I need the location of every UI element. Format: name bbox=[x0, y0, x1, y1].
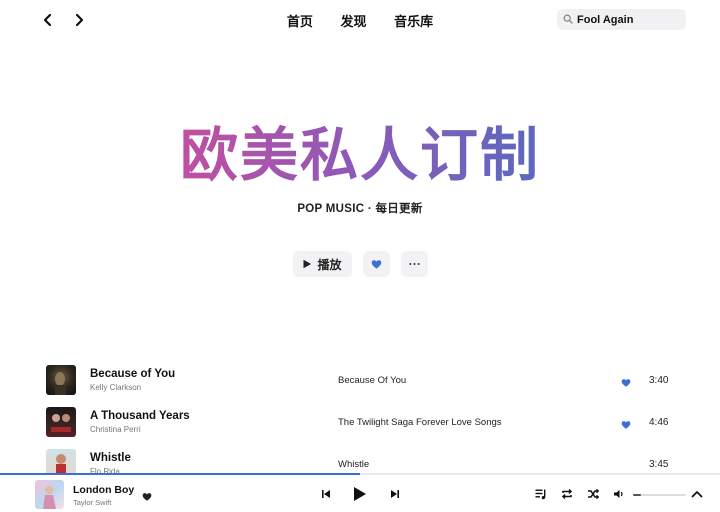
track-duration: 3:45 bbox=[649, 459, 669, 470]
playlist-icon[interactable] bbox=[535, 488, 547, 500]
playback-progress-fill bbox=[0, 473, 360, 475]
album-cover bbox=[46, 407, 76, 437]
like-playlist-button[interactable] bbox=[362, 251, 390, 277]
player-bar: London Boy Taylor Swift bbox=[0, 473, 720, 512]
search-box[interactable] bbox=[557, 9, 686, 30]
track-title: A Thousand Years bbox=[90, 410, 190, 422]
track-duration: 4:46 bbox=[649, 417, 669, 428]
now-playing-title[interactable]: London Boy bbox=[73, 484, 134, 496]
playlist-actions: 播放 bbox=[0, 251, 720, 277]
album-cover bbox=[46, 365, 76, 395]
playlist-subtitle: POP MUSIC · 每日更新 bbox=[297, 203, 423, 215]
heart-icon[interactable] bbox=[621, 375, 631, 387]
nav-home[interactable]: 首页 bbox=[287, 11, 313, 30]
more-options-button[interactable] bbox=[400, 251, 428, 277]
previous-icon[interactable] bbox=[321, 489, 331, 499]
track-artist[interactable]: Christina Perri bbox=[90, 425, 141, 434]
playlist-title-text: 欧美私人订制 bbox=[179, 121, 540, 189]
track-album[interactable]: Whistle bbox=[338, 459, 369, 470]
track-row[interactable]: A Thousand Years Christina Perri The Twi… bbox=[0, 403, 720, 441]
search-icon bbox=[563, 11, 573, 29]
play-button[interactable]: 播放 bbox=[292, 251, 352, 277]
play-button-label: 播放 bbox=[317, 257, 342, 272]
track-artist[interactable]: Kelly Clarkson bbox=[90, 383, 141, 392]
track-album[interactable]: Because Of You bbox=[338, 375, 406, 386]
shuffle-icon[interactable] bbox=[587, 488, 599, 500]
playlist-title: 欧美私人订制 bbox=[0, 120, 720, 190]
heart-icon[interactable] bbox=[621, 417, 631, 429]
play-icon bbox=[303, 259, 312, 269]
search-input[interactable] bbox=[577, 13, 682, 26]
nav-discover[interactable]: 发现 bbox=[340, 11, 366, 30]
more-icon bbox=[408, 262, 420, 266]
heart-icon bbox=[371, 259, 381, 269]
play-pause-icon[interactable] bbox=[353, 486, 367, 502]
playback-progress-bar[interactable] bbox=[0, 473, 720, 475]
now-playing-artist[interactable]: Taylor Swift bbox=[73, 498, 111, 507]
top-nav-bar: 首页 发现 音乐库 bbox=[0, 0, 720, 40]
repeat-icon[interactable] bbox=[561, 488, 573, 500]
volume-slider-fill bbox=[633, 494, 641, 496]
nav-library[interactable]: 音乐库 bbox=[394, 11, 433, 30]
heart-icon[interactable] bbox=[142, 489, 152, 501]
chevron-up-icon[interactable] bbox=[691, 489, 703, 499]
now-playing-cover[interactable] bbox=[35, 480, 64, 509]
track-row[interactable]: Because of You Kelly Clarkson Because Of… bbox=[0, 361, 720, 399]
volume-slider[interactable] bbox=[633, 494, 686, 496]
track-duration: 3:40 bbox=[649, 375, 669, 386]
track-album[interactable]: The Twilight Saga Forever Love Songs bbox=[338, 417, 502, 428]
track-title: Because of You bbox=[90, 368, 176, 380]
next-icon[interactable] bbox=[390, 489, 400, 499]
track-title: Whistle bbox=[90, 452, 131, 464]
volume-icon[interactable] bbox=[613, 489, 625, 499]
